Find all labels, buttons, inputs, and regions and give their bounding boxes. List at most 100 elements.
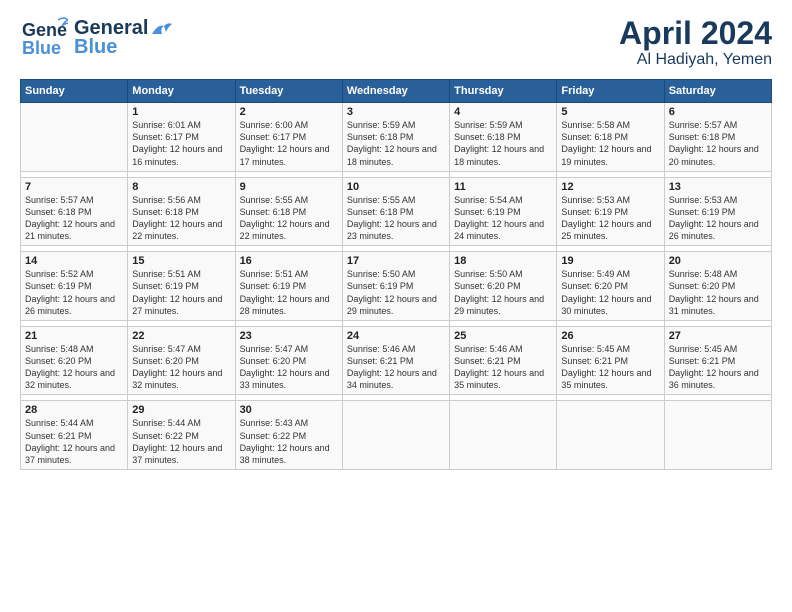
day-number: 9 bbox=[240, 181, 338, 193]
day-cell: 11Sunrise: 5:54 AMSunset: 6:19 PMDayligh… bbox=[450, 177, 557, 246]
col-wednesday: Wednesday bbox=[342, 80, 449, 103]
day-info: Sunrise: 5:55 AMSunset: 6:18 PMDaylight:… bbox=[240, 194, 338, 243]
calendar-subtitle: Al Hadiyah, Yemen bbox=[619, 51, 772, 69]
day-number: 21 bbox=[25, 330, 123, 342]
day-cell: 29Sunrise: 5:44 AMSunset: 6:22 PMDayligh… bbox=[128, 401, 235, 470]
day-cell: 12Sunrise: 5:53 AMSunset: 6:19 PMDayligh… bbox=[557, 177, 664, 246]
day-info: Sunrise: 5:50 AMSunset: 6:19 PMDaylight:… bbox=[347, 268, 445, 317]
day-number: 23 bbox=[240, 330, 338, 342]
day-info: Sunrise: 5:56 AMSunset: 6:18 PMDaylight:… bbox=[132, 194, 230, 243]
day-cell: 26Sunrise: 5:45 AMSunset: 6:21 PMDayligh… bbox=[557, 326, 664, 395]
day-cell bbox=[664, 401, 771, 470]
logo-bird-icon bbox=[150, 20, 172, 38]
day-cell: 19Sunrise: 5:49 AMSunset: 6:20 PMDayligh… bbox=[557, 252, 664, 321]
day-cell: 27Sunrise: 5:45 AMSunset: 6:21 PMDayligh… bbox=[664, 326, 771, 395]
col-sunday: Sunday bbox=[21, 80, 128, 103]
col-thursday: Thursday bbox=[450, 80, 557, 103]
day-number: 18 bbox=[454, 255, 552, 267]
page: General Blue General Blue April 2024 Al … bbox=[0, 0, 792, 612]
day-cell: 3Sunrise: 5:59 AMSunset: 6:18 PMDaylight… bbox=[342, 103, 449, 172]
week-row-5: 28Sunrise: 5:44 AMSunset: 6:21 PMDayligh… bbox=[21, 401, 772, 470]
day-info: Sunrise: 6:01 AMSunset: 6:17 PMDaylight:… bbox=[132, 119, 230, 168]
svg-text:Blue: Blue bbox=[22, 38, 61, 58]
day-cell: 4Sunrise: 5:59 AMSunset: 6:18 PMDaylight… bbox=[450, 103, 557, 172]
day-number: 15 bbox=[132, 255, 230, 267]
day-cell: 18Sunrise: 5:50 AMSunset: 6:20 PMDayligh… bbox=[450, 252, 557, 321]
day-info: Sunrise: 6:00 AMSunset: 6:17 PMDaylight:… bbox=[240, 119, 338, 168]
logo-icon: General Blue bbox=[20, 16, 68, 60]
day-number: 8 bbox=[132, 181, 230, 193]
day-info: Sunrise: 5:47 AMSunset: 6:20 PMDaylight:… bbox=[132, 343, 230, 392]
week-row-1: 1Sunrise: 6:01 AMSunset: 6:17 PMDaylight… bbox=[21, 103, 772, 172]
title-block: April 2024 Al Hadiyah, Yemen bbox=[619, 16, 772, 69]
day-info: Sunrise: 5:55 AMSunset: 6:18 PMDaylight:… bbox=[347, 194, 445, 243]
day-cell: 22Sunrise: 5:47 AMSunset: 6:20 PMDayligh… bbox=[128, 326, 235, 395]
day-number: 12 bbox=[561, 181, 659, 193]
svg-text:General: General bbox=[22, 20, 68, 40]
day-number: 10 bbox=[347, 181, 445, 193]
day-cell: 5Sunrise: 5:58 AMSunset: 6:18 PMDaylight… bbox=[557, 103, 664, 172]
day-cell bbox=[557, 401, 664, 470]
day-number: 29 bbox=[132, 404, 230, 416]
day-number: 1 bbox=[132, 106, 230, 118]
day-info: Sunrise: 5:51 AMSunset: 6:19 PMDaylight:… bbox=[240, 268, 338, 317]
day-cell: 1Sunrise: 6:01 AMSunset: 6:17 PMDaylight… bbox=[128, 103, 235, 172]
day-cell bbox=[450, 401, 557, 470]
day-number: 22 bbox=[132, 330, 230, 342]
day-info: Sunrise: 5:51 AMSunset: 6:19 PMDaylight:… bbox=[132, 268, 230, 317]
day-cell: 20Sunrise: 5:48 AMSunset: 6:20 PMDayligh… bbox=[664, 252, 771, 321]
day-number: 13 bbox=[669, 181, 767, 193]
day-cell: 17Sunrise: 5:50 AMSunset: 6:19 PMDayligh… bbox=[342, 252, 449, 321]
day-cell: 6Sunrise: 5:57 AMSunset: 6:18 PMDaylight… bbox=[664, 103, 771, 172]
day-cell: 2Sunrise: 6:00 AMSunset: 6:17 PMDaylight… bbox=[235, 103, 342, 172]
day-info: Sunrise: 5:58 AMSunset: 6:18 PMDaylight:… bbox=[561, 119, 659, 168]
col-tuesday: Tuesday bbox=[235, 80, 342, 103]
col-saturday: Saturday bbox=[664, 80, 771, 103]
day-number: 27 bbox=[669, 330, 767, 342]
day-info: Sunrise: 5:46 AMSunset: 6:21 PMDaylight:… bbox=[454, 343, 552, 392]
day-cell: 21Sunrise: 5:48 AMSunset: 6:20 PMDayligh… bbox=[21, 326, 128, 395]
logo: General Blue General Blue bbox=[20, 16, 172, 60]
day-number: 16 bbox=[240, 255, 338, 267]
day-info: Sunrise: 5:52 AMSunset: 6:19 PMDaylight:… bbox=[25, 268, 123, 317]
day-number: 2 bbox=[240, 106, 338, 118]
day-number: 28 bbox=[25, 404, 123, 416]
day-info: Sunrise: 5:47 AMSunset: 6:20 PMDaylight:… bbox=[240, 343, 338, 392]
day-number: 26 bbox=[561, 330, 659, 342]
week-row-4: 21Sunrise: 5:48 AMSunset: 6:20 PMDayligh… bbox=[21, 326, 772, 395]
day-info: Sunrise: 5:45 AMSunset: 6:21 PMDaylight:… bbox=[669, 343, 767, 392]
week-row-2: 7Sunrise: 5:57 AMSunset: 6:18 PMDaylight… bbox=[21, 177, 772, 246]
day-info: Sunrise: 5:57 AMSunset: 6:18 PMDaylight:… bbox=[25, 194, 123, 243]
day-number: 17 bbox=[347, 255, 445, 267]
calendar-table: Sunday Monday Tuesday Wednesday Thursday… bbox=[20, 79, 772, 470]
day-number: 24 bbox=[347, 330, 445, 342]
day-number: 25 bbox=[454, 330, 552, 342]
day-info: Sunrise: 5:50 AMSunset: 6:20 PMDaylight:… bbox=[454, 268, 552, 317]
day-info: Sunrise: 5:54 AMSunset: 6:19 PMDaylight:… bbox=[454, 194, 552, 243]
day-cell: 23Sunrise: 5:47 AMSunset: 6:20 PMDayligh… bbox=[235, 326, 342, 395]
day-cell: 13Sunrise: 5:53 AMSunset: 6:19 PMDayligh… bbox=[664, 177, 771, 246]
day-info: Sunrise: 5:53 AMSunset: 6:19 PMDaylight:… bbox=[669, 194, 767, 243]
day-info: Sunrise: 5:44 AMSunset: 6:22 PMDaylight:… bbox=[132, 417, 230, 466]
header: General Blue General Blue April 2024 Al … bbox=[20, 16, 772, 69]
day-info: Sunrise: 5:53 AMSunset: 6:19 PMDaylight:… bbox=[561, 194, 659, 243]
day-number: 20 bbox=[669, 255, 767, 267]
calendar-title: April 2024 bbox=[619, 16, 772, 51]
day-number: 30 bbox=[240, 404, 338, 416]
weekday-header-row: Sunday Monday Tuesday Wednesday Thursday… bbox=[21, 80, 772, 103]
day-number: 19 bbox=[561, 255, 659, 267]
day-info: Sunrise: 5:46 AMSunset: 6:21 PMDaylight:… bbox=[347, 343, 445, 392]
day-number: 6 bbox=[669, 106, 767, 118]
day-info: Sunrise: 5:48 AMSunset: 6:20 PMDaylight:… bbox=[669, 268, 767, 317]
day-info: Sunrise: 5:43 AMSunset: 6:22 PMDaylight:… bbox=[240, 417, 338, 466]
day-cell: 8Sunrise: 5:56 AMSunset: 6:18 PMDaylight… bbox=[128, 177, 235, 246]
day-info: Sunrise: 5:59 AMSunset: 6:18 PMDaylight:… bbox=[347, 119, 445, 168]
day-number: 3 bbox=[347, 106, 445, 118]
day-cell: 7Sunrise: 5:57 AMSunset: 6:18 PMDaylight… bbox=[21, 177, 128, 246]
logo-blue: Blue bbox=[74, 36, 172, 59]
week-row-3: 14Sunrise: 5:52 AMSunset: 6:19 PMDayligh… bbox=[21, 252, 772, 321]
day-number: 4 bbox=[454, 106, 552, 118]
day-number: 5 bbox=[561, 106, 659, 118]
day-info: Sunrise: 5:48 AMSunset: 6:20 PMDaylight:… bbox=[25, 343, 123, 392]
day-cell bbox=[21, 103, 128, 172]
